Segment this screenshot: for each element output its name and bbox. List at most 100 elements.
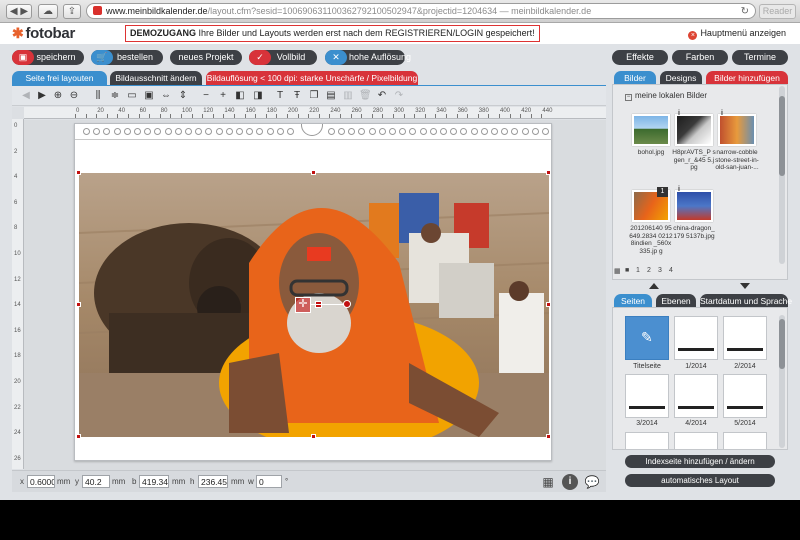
- high-res-button[interactable]: ✕ hohe Auflösung: [325, 50, 411, 65]
- collapse-up-icon[interactable]: [649, 283, 659, 289]
- plus-icon[interactable]: +: [217, 89, 229, 102]
- order-button[interactable]: 🛒 bestellen: [91, 50, 163, 65]
- tab-images[interactable]: Bilder: [614, 71, 656, 85]
- view-size-3[interactable]: 3: [658, 267, 662, 274]
- image-thumb-china-dragon[interactable]: [675, 190, 713, 222]
- page-thumb-8[interactable]: [723, 432, 767, 449]
- view-size-4[interactable]: 4: [669, 267, 673, 274]
- new-project-button[interactable]: neues Projekt: [170, 50, 242, 65]
- main-menu-label: Hauptmenü anzeigen: [700, 28, 786, 38]
- redo-icon[interactable]: ↷: [393, 89, 405, 102]
- tab-start-date[interactable]: Startdatum und Sprache: [700, 294, 792, 308]
- back-forward-buttons[interactable]: ◀ ▶: [6, 4, 32, 19]
- tab-crop[interactable]: Bildausschnitt ändern: [110, 71, 202, 85]
- layer-back-icon[interactable]: ◧: [234, 89, 246, 102]
- image-list-scrollbar[interactable]: [779, 86, 785, 264]
- cut-icon[interactable]: ▥: [342, 89, 354, 102]
- move-handle-icon[interactable]: ✛: [295, 297, 311, 313]
- binding-ring: [225, 128, 233, 135]
- save-button[interactable]: ▣ speichern: [12, 50, 84, 65]
- tab-free-layout[interactable]: Seite frei layouten: [12, 71, 107, 85]
- text-tool-icon[interactable]: T: [274, 89, 286, 102]
- fullscreen-button[interactable]: ✓ Vollbild: [249, 50, 317, 65]
- fit-width-icon[interactable]: ▭: [126, 89, 138, 102]
- share-button[interactable]: ⇪: [63, 4, 81, 19]
- scrollbar-thumb[interactable]: [779, 319, 785, 369]
- image-thumb-san-juan[interactable]: [718, 114, 756, 146]
- auto-layout-button[interactable]: automatisches Layout: [625, 474, 775, 487]
- calendar-page[interactable]: ✛: [74, 123, 552, 461]
- fill-vertical-icon[interactable]: ⇕: [177, 89, 189, 102]
- page-thumb-title[interactable]: ✎: [625, 316, 669, 360]
- local-images-folder[interactable]: − meine lokalen Bilder: [625, 91, 707, 101]
- reload-icon[interactable]: ↻: [741, 5, 749, 18]
- play-icon[interactable]: ▶: [36, 89, 48, 102]
- tab-add-images[interactable]: Bilder hinzufügen: [706, 71, 788, 85]
- page-thumb-5[interactable]: [723, 374, 767, 418]
- list-view-icon[interactable]: ▦: [614, 267, 621, 275]
- page-thumb-7[interactable]: [674, 432, 718, 449]
- fill-horizontal-icon[interactable]: ⇔: [160, 89, 172, 102]
- text-layout-icon[interactable]: Ŧ: [291, 89, 303, 102]
- tab-layers[interactable]: Ebenen: [656, 294, 696, 308]
- copy-icon[interactable]: ❐: [308, 89, 320, 102]
- info-icon[interactable]: i: [675, 110, 683, 118]
- back-arrow-icon[interactable]: ◀: [10, 6, 18, 17]
- info-icon[interactable]: i: [675, 186, 683, 194]
- colors-button[interactable]: Farben: [672, 50, 728, 65]
- grid-view-icon[interactable]: ■: [625, 267, 629, 274]
- page-thumb-2[interactable]: [723, 316, 767, 360]
- image-thumb-bohol[interactable]: [632, 114, 670, 146]
- rotation-input[interactable]: [256, 475, 282, 488]
- calendar-hanger: [301, 124, 323, 136]
- binding-ring: [154, 128, 162, 135]
- view-size-1[interactable]: 1: [636, 267, 640, 274]
- ruler-corner: [12, 107, 24, 119]
- pages-scrollbar[interactable]: [779, 315, 785, 448]
- tab-designs[interactable]: Designs: [660, 71, 702, 85]
- address-bar[interactable]: www.meinbildkalender.de/layout.cfm?sesid…: [86, 3, 756, 19]
- layer-front-icon[interactable]: ◨: [252, 89, 264, 102]
- trash-icon[interactable]: 🗑: [359, 89, 372, 102]
- icloud-tabs-button[interactable]: ☁: [38, 4, 58, 19]
- page-thumb-1[interactable]: [674, 316, 718, 360]
- grid-icon[interactable]: ▦: [540, 474, 556, 490]
- view-size-2[interactable]: 2: [647, 267, 651, 274]
- height-input[interactable]: [198, 475, 228, 488]
- paste-icon[interactable]: ▤: [325, 89, 337, 102]
- align-vertical-icon[interactable]: ≑: [109, 89, 121, 102]
- page-thumb-6[interactable]: [625, 432, 669, 449]
- scrollbar-thumb[interactable]: [779, 96, 785, 176]
- zoom-out-icon[interactable]: ⊖: [68, 89, 80, 102]
- zoom-in-icon[interactable]: ⊕: [52, 89, 64, 102]
- page-thumb-3[interactable]: [625, 374, 669, 418]
- fit-page-icon[interactable]: ▣: [143, 89, 155, 102]
- page-thumb-4[interactable]: [674, 374, 718, 418]
- minus-icon[interactable]: −: [200, 89, 212, 102]
- forward-arrow-icon[interactable]: ▶: [20, 6, 28, 17]
- ruler-tick: [520, 114, 522, 118]
- image-thumb-h8pr[interactable]: [675, 114, 713, 146]
- comment-icon[interactable]: 💬: [584, 474, 600, 490]
- dates-button[interactable]: Termine: [732, 50, 788, 65]
- undo-icon[interactable]: ↶: [376, 89, 388, 102]
- tab-pages[interactable]: Seiten: [614, 294, 652, 308]
- width-input[interactable]: [139, 475, 169, 488]
- info-icon[interactable]: i: [562, 474, 578, 490]
- align-horizontal-icon[interactable]: ⫼: [92, 89, 104, 102]
- info-icon[interactable]: i: [718, 110, 726, 118]
- binding-ring: [113, 128, 121, 135]
- ruler-tick-label: 60: [139, 108, 147, 114]
- reader-button[interactable]: Reader: [759, 4, 796, 19]
- rotate-handle[interactable]: [343, 300, 351, 308]
- binding-ring: [389, 128, 396, 135]
- effects-button[interactable]: Effekte: [612, 50, 668, 65]
- expand-down-icon[interactable]: [740, 283, 750, 289]
- x-label: x: [20, 477, 24, 486]
- prev-icon[interactable]: ◀: [20, 89, 32, 102]
- x-input[interactable]: [27, 475, 55, 488]
- main-menu-button[interactable]: × Hauptmenü anzeigen: [688, 28, 786, 40]
- y-input[interactable]: [82, 475, 110, 488]
- ruler-tick: [106, 114, 108, 118]
- index-page-button[interactable]: Indexseite hinzufügen / ändern: [625, 455, 775, 468]
